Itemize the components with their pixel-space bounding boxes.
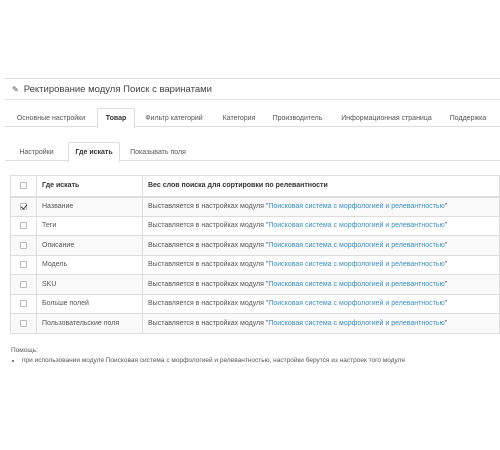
- row-checkbox[interactable]: [20, 300, 27, 308]
- tab-support[interactable]: Поддержка: [443, 108, 493, 127]
- tab-product[interactable]: Товар: [97, 108, 135, 128]
- row-field-name: Модель: [36, 254, 143, 275]
- main-tabs: Основные настройки Товар Фильтр категори…: [5, 108, 500, 128]
- tab-category[interactable]: Категория: [213, 108, 265, 127]
- subtab-where-to-search[interactable]: Где искать: [68, 142, 120, 162]
- row-checkbox[interactable]: [20, 319, 27, 327]
- table-header-row: Где искать Вес слов поиска для сортировк…: [10, 175, 500, 198]
- row-field-name: SKU: [36, 274, 143, 295]
- row-weight-cell: Выставляется в настройках модуля "Поиско…: [142, 274, 500, 295]
- table-row: Пользовательские поля Выставляется в нас…: [10, 313, 500, 334]
- row-weight-cell: Выставляется в настройках модуля "Поиско…: [142, 293, 500, 314]
- tab-category-filter[interactable]: Фильтр категорий: [135, 108, 213, 127]
- row-weight-cell: Выставляется в настройках модуля "Поиско…: [142, 254, 500, 275]
- sub-tabs: Настройки Где искать Показывать поля: [5, 142, 500, 162]
- row-field-name: Больше полей: [36, 293, 143, 314]
- panel-heading: ✎ Ректирование модуля Поиск с варинатами: [5, 78, 500, 100]
- row-weight-cell: Выставляется в настройках модуля "Поиско…: [142, 196, 500, 217]
- module-link[interactable]: Поисковая система с морфологией и релева…: [268, 242, 444, 249]
- row-checkbox[interactable]: [20, 202, 27, 210]
- row-weight-cell: Выставляется в настройках модуля "Поиско…: [142, 215, 500, 236]
- row-field-name: Пользовательские поля: [36, 313, 143, 334]
- table-row: Описание Выставляется в настройках модул…: [10, 235, 500, 256]
- column-header-where: Где искать: [36, 175, 143, 198]
- table-row: Модель Выставляется в настройках модуля …: [10, 254, 500, 275]
- column-header-weight: Вес слов поиска для сортировки по релева…: [142, 175, 500, 198]
- table-row: SKU Выставляется в настройках модуля "По…: [10, 274, 500, 295]
- select-all-checkbox[interactable]: [20, 182, 27, 190]
- help-title: Помощь:: [11, 347, 38, 354]
- tab-information-page[interactable]: Информационная страница: [330, 108, 443, 127]
- row-weight-cell: Выставляется в настройках модуля "Поиско…: [142, 313, 500, 334]
- tab-manufacturer[interactable]: Производитель: [265, 108, 330, 127]
- help-item: при использовании модуля Поисковая систе…: [22, 357, 405, 364]
- select-all-cell: [10, 175, 37, 198]
- module-link[interactable]: Поисковая система с морфологией и релева…: [268, 203, 444, 210]
- row-weight-cell: Выставляется в настройках модуля "Поиско…: [142, 235, 500, 256]
- subtab-show-fields[interactable]: Показывать поля: [120, 142, 196, 161]
- table-row: Больше полей Выставляется в настройках м…: [10, 293, 500, 314]
- row-checkbox[interactable]: [20, 280, 27, 288]
- search-fields-table: Где искать Вес слов поиска для сортировк…: [10, 175, 500, 334]
- module-edit-panel: ✎ Ректирование модуля Поиск с варинатами…: [5, 78, 500, 378]
- help-section: Помощь: при использовании модуля Поисков…: [11, 347, 405, 364]
- row-checkbox[interactable]: [20, 241, 27, 249]
- row-field-name: Название: [36, 196, 143, 217]
- row-field-name: Теги: [36, 215, 143, 236]
- panel-title: Ректирование модуля Поиск с варинатами: [23, 83, 212, 95]
- module-link[interactable]: Поисковая система с морфологией и релева…: [268, 281, 444, 288]
- module-link[interactable]: Поисковая система с морфологией и релева…: [268, 222, 444, 229]
- module-link[interactable]: Поисковая система с морфологией и релева…: [268, 261, 444, 268]
- module-link[interactable]: Поисковая система с морфологией и релева…: [268, 320, 444, 327]
- table-row: Название Выставляется в настройках модул…: [10, 196, 500, 217]
- row-checkbox[interactable]: [20, 222, 27, 230]
- table-row: Теги Выставляется в настройках модуля "П…: [10, 215, 500, 236]
- row-field-name: Описание: [36, 235, 143, 256]
- subtab-settings[interactable]: Настройки: [5, 142, 68, 161]
- tab-main-settings[interactable]: Основные настройки: [5, 108, 97, 127]
- module-link[interactable]: Поисковая система с морфологией и релева…: [268, 300, 444, 307]
- pencil-icon: ✎: [12, 84, 19, 94]
- help-list: при использовании модуля Поисковая систе…: [11, 357, 405, 364]
- row-checkbox[interactable]: [20, 261, 27, 269]
